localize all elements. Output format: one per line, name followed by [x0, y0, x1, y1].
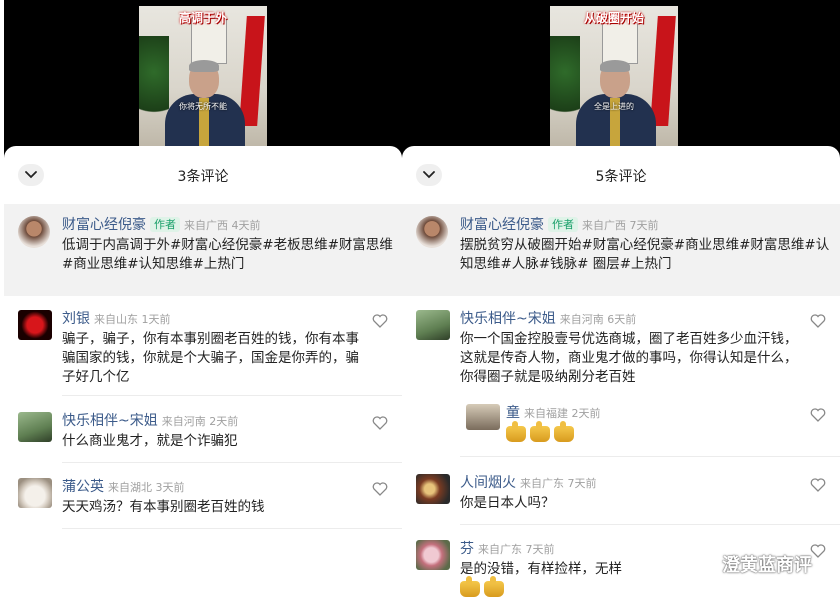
author-badge: 作者: [150, 217, 180, 232]
divider: [460, 456, 840, 457]
avatar[interactable]: [18, 216, 50, 248]
avatar[interactable]: [416, 216, 448, 248]
commenter-name[interactable]: 人间烟火: [460, 475, 516, 491]
emoji-row: [460, 576, 804, 597]
comment-meta: 来自河南 2天前: [161, 415, 239, 428]
author-name[interactable]: 财富心经倪豪: [460, 217, 544, 233]
comment-panel-right: 从破圈开始 全是上进的 5条评论 财富心经倪豪 作者 来自广西 7天前 摆脱贫穷从破…: [402, 0, 840, 605]
video-title: 从破圈开始: [583, 11, 644, 25]
thumbs-up-icon: [484, 576, 504, 597]
plant-decoration: [550, 36, 580, 126]
author-name[interactable]: 财富心经倪豪: [62, 217, 146, 233]
speaker-hair: [600, 60, 630, 72]
comment-sheet: 5条评论 财富心经倪豪 作者 来自广西 7天前 摆脱贫穷从破圈开始#财富心经倪豪#商…: [402, 146, 840, 605]
comment-panel-left: 高调于外 你将无所不能 3条评论 财富心经倪豪 作者 来自广西 4天前 低调于内高调…: [4, 0, 402, 605]
avatar[interactable]: [18, 310, 52, 340]
author-post: 财富心经倪豪 作者 来自广西 4天前 低调于内高调于外#财富心经倪豪#老板思维#财富…: [4, 204, 402, 296]
heart-icon[interactable]: [810, 314, 826, 328]
commenter-name[interactable]: 芬: [460, 541, 474, 557]
heart-icon[interactable]: [810, 408, 826, 422]
heart-icon[interactable]: [810, 544, 826, 558]
comment-sheet: 3条评论 财富心经倪豪 作者 来自广西 4天前 低调于内高调于外#财富心经倪豪#老板…: [4, 146, 402, 605]
post-text: 低调于内高调于外#财富心经倪豪#老板思维#财富思维#商业思维#认知思维#上热门: [62, 237, 393, 272]
comment-text: 你是日本人吗？: [460, 495, 555, 511]
commenter-name[interactable]: 童: [506, 405, 520, 421]
heart-icon[interactable]: [372, 314, 388, 328]
comment-meta: 来自广东 7天前: [520, 477, 597, 490]
comment-meta: 来自广东 7天前: [478, 543, 555, 556]
video-area[interactable]: 从破圈开始 全是上进的: [402, 0, 840, 160]
emoji-row: [506, 421, 804, 442]
avatar[interactable]: [416, 310, 450, 340]
comment-meta: 来自广西 4天前: [184, 219, 261, 232]
avatar[interactable]: [466, 404, 500, 430]
avatar[interactable]: [18, 412, 52, 442]
thumbs-up-icon: [530, 421, 550, 442]
comment-meta: 来自广西 7天前: [582, 219, 659, 232]
heart-icon[interactable]: [810, 478, 826, 492]
commenter-name[interactable]: 蒲公英: [62, 479, 104, 495]
watermark: 澄黄蓝商评: [696, 551, 812, 577]
speaker-hair: [189, 60, 219, 72]
sheet-header: 5条评论: [402, 146, 840, 204]
watermark-text: 澄黄蓝商评: [722, 555, 812, 576]
comment-meta: 来自山东 1天前: [94, 313, 171, 326]
sheet-header: 3条评论: [4, 146, 402, 204]
comment-text: 你一个国金控股壹号优选商城，圈了老百姓多少血汗钱，这就是传奇人物，商业鬼才做的事…: [460, 331, 798, 385]
thumbs-up-icon: [460, 576, 480, 597]
author-post: 财富心经倪豪 作者 来自广西 7天前 摆脱贫穷从破圈开始#财富心经倪豪#商业思维#财…: [402, 204, 840, 296]
comment-count-title: 5条评论: [595, 169, 647, 185]
commenter-name[interactable]: 刘银: [62, 311, 90, 327]
post-text: 摆脱贫穷从破圈开始#财富心经倪豪#商业思维#财富思维#认知思维#人脉#钱脉# 圈…: [460, 237, 830, 272]
divider: [62, 462, 402, 463]
comment-meta: 来自河南 6天前: [559, 313, 637, 326]
heart-icon[interactable]: [372, 482, 388, 496]
avatar[interactable]: [416, 540, 450, 570]
divider: [62, 528, 402, 529]
video-title: 高调于外: [178, 11, 227, 25]
video-subtitle: 全是上进的: [594, 102, 634, 111]
video-thumbnail[interactable]: 高调于外 你将无所不能: [139, 6, 267, 146]
avatar[interactable]: [416, 474, 450, 504]
author-badge: 作者: [548, 217, 578, 232]
commenter-name[interactable]: 快乐相伴~宋姐: [62, 413, 158, 429]
comment-count-title: 3条评论: [177, 169, 229, 185]
thumbs-up-icon: [554, 421, 574, 442]
video-thumbnail[interactable]: 从破圈开始 全是上进的: [550, 6, 678, 146]
wechat-icon: [696, 555, 718, 572]
heart-icon[interactable]: [372, 416, 388, 430]
avatar[interactable]: [18, 478, 52, 508]
divider: [460, 524, 840, 525]
comment-text: 什么商业鬼才，就是个诈骗犯: [62, 433, 238, 449]
video-area[interactable]: 高调于外 你将无所不能: [4, 0, 402, 160]
video-subtitle: 你将无所不能: [179, 102, 227, 111]
comment-text: 骗子，骗子，你有本事别圈老百姓的钱，你有本事骗国家的钱，你就是个大骗子，国金是你…: [62, 331, 359, 385]
plant-decoration: [139, 36, 169, 126]
divider: [62, 395, 402, 396]
comment-meta: 来自湖北 3天前: [108, 481, 185, 494]
commenter-name[interactable]: 快乐相伴~宋姐: [460, 311, 556, 327]
thumbs-up-icon: [506, 421, 526, 442]
comment-text: 天天鸡汤？有本事别圈老百姓的钱: [62, 499, 265, 515]
comment-meta: 来自福建 2天前: [524, 407, 601, 420]
